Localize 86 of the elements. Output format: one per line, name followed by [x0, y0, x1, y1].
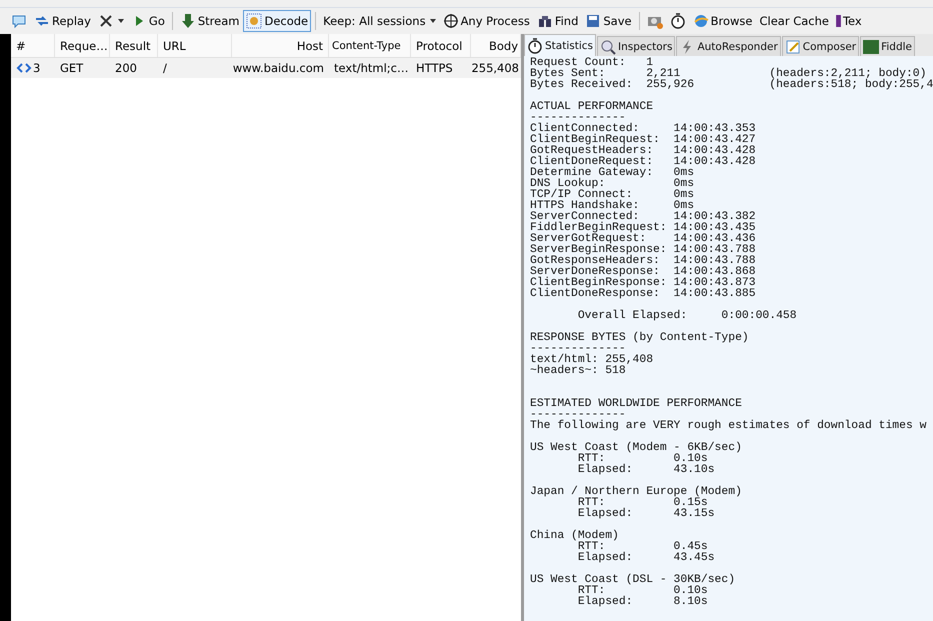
statistics-line: RTT: 0.10s [576, 586, 709, 597]
caret-icon [118, 19, 124, 23]
statistics-line: ClientBeginResponse: 14:00:43.873 [530, 278, 757, 289]
speech-bubble-icon [11, 13, 27, 29]
cross-icon [98, 13, 114, 29]
globe-icon [692, 13, 709, 29]
dotted-grid-icon [246, 13, 262, 29]
statistics-line: RTT: 0.45s [576, 542, 708, 553]
statistics-line: The following are VERY rough estimates of download times w [530, 421, 928, 432]
stopwatch-icon [670, 13, 686, 29]
statistics-line: ServerDoneResponse: 14:00:43.868 [530, 267, 757, 278]
statistics-line: -------------- [530, 113, 626, 124]
tab[interactable]: AutoResponder [676, 36, 781, 56]
statistics-line: ClientDoneRequest: 14:00:43.428 [530, 157, 757, 168]
statistics-line: ClientDoneResponse: 14:00:43.885 [530, 289, 757, 300]
statistics-line: Determine Gateway: 0ms [530, 168, 696, 179]
toolbar-button[interactable]: Clear Cache [756, 10, 832, 32]
stopwatch-icon [527, 38, 543, 54]
toolbar-button[interactable]: Find [534, 10, 582, 32]
column-header[interactable]: Reque… [55, 34, 110, 57]
statistics-line: Elapsed: 8.10s [576, 597, 709, 608]
column-header[interactable]: Protocol [411, 34, 471, 57]
statistics-line: Bytes Received: 255,926 (headers:518; body:255,4 [530, 80, 933, 91]
statistics-line: ServerGotRequest: 14:00:43.436 [530, 234, 757, 245]
statistics-line: ClientConnected: 14:00:43.353 [530, 124, 757, 135]
statistics-line: GotRequestHeaders: 14:00:43.428 [530, 146, 757, 157]
statistics-line: US West Coast (Modem - 6KB/sec) [530, 443, 743, 454]
statistics-line: Request Count: 1 [530, 58, 654, 69]
statistics-line: FiddlerBeginRequest: 14:00:43.435 [530, 223, 757, 234]
statistics-line: text/html: 255,408 [530, 355, 654, 366]
statistics-line: RTT: 0.10s [576, 454, 708, 465]
statistics-line: Elapsed: 43.10s [576, 465, 716, 476]
statistics-line: ServerConnected: 14:00:43.382 [530, 212, 757, 223]
toolbar-button[interactable]: Decode [243, 10, 312, 32]
statistics-line: GotResponseHeaders: 14:00:43.788 [530, 256, 757, 267]
column-header[interactable]: Content-Type [329, 34, 411, 57]
angle-brackets-icon [16, 63, 32, 73]
column-header[interactable]: Host [232, 34, 329, 57]
toolbar-button[interactable]: Browse [690, 10, 756, 32]
down-arrow-icon [180, 13, 196, 29]
table-cell: 3 [11, 58, 55, 78]
table-cell-text: / [162, 60, 168, 77]
column-header[interactable]: Result [110, 34, 158, 57]
statistics-line: HTTPS Handshake: 0ms [530, 201, 694, 212]
tab[interactable]: Composer [782, 36, 860, 56]
tab[interactable]: Statistics [524, 34, 596, 56]
statistics-line: China (Modem) [530, 531, 620, 542]
column-header[interactable]: # [11, 34, 55, 57]
tab[interactable]: Fiddle [860, 36, 916, 56]
table-cell-text: text/html;c… [333, 60, 410, 77]
statistics-line: ESTIMATED WORLDWIDE PERFORMANCE [530, 399, 743, 410]
statistics-line: Elapsed: 43.15s [576, 509, 716, 520]
toolbar-button[interactable]: Replay [31, 10, 94, 32]
statistics-line: ACTUAL PERFORMANCE [530, 102, 654, 113]
statistics-line: Japan / Northern Europe (Modem) [530, 487, 743, 498]
statistics-line: Overall Elapsed: 0:00:00.458 [576, 311, 798, 322]
statistics-line: ClientBeginRequest: 14:00:43.427 [530, 135, 757, 146]
statistics-line: Bytes Sent: 2,211 (headers:2,211; body:0) [530, 69, 926, 80]
crosshair-icon [442, 13, 459, 29]
table-cell-text: 200 [114, 60, 138, 77]
statistics-line: RTT: 0.15s [576, 498, 708, 509]
table-cell-text: www.baidu.com [232, 60, 325, 77]
toolbar-button[interactable]: Tex [832, 10, 865, 32]
table-cell-text: HTTPS [415, 60, 454, 77]
table-cell-text: 255,408 [471, 60, 520, 77]
binoculars-icon [536, 13, 553, 29]
statistics-line: -------------- [530, 410, 627, 421]
statistics-line: DNS Lookup: 0ms [530, 179, 696, 190]
statistics-line: US West Coast (DSL - 30KB/sec) [530, 575, 736, 586]
statistics-line: RESPONSE BYTES (by Content-Type) [530, 333, 750, 344]
statistics-line: TCP/IP Connect: 0ms [530, 190, 696, 201]
column-header[interactable]: URL [158, 34, 232, 57]
tab[interactable]: Inspectors [597, 36, 676, 56]
caret-icon [430, 19, 436, 23]
pencil-icon [784, 38, 801, 54]
statistics-line: -------------- [530, 344, 626, 355]
table-cell-text: GET [59, 60, 84, 77]
statistics-line: ~headers~: 518 [530, 366, 626, 377]
dropdown-button[interactable]: Keep: All sessions [320, 10, 439, 32]
magnifier-icon [600, 38, 616, 54]
toolbar-button[interactable]: Any Process [440, 10, 533, 32]
toolbar-button[interactable]: Stream [176, 10, 242, 32]
statistics-line: ServerBeginResponse: 14:00:43.788 [530, 245, 757, 256]
toolbar-button[interactable]: Save [582, 10, 635, 32]
statistics-line: Elapsed: 43.45s [576, 553, 716, 564]
toolbar-button[interactable]: Go [128, 10, 168, 32]
